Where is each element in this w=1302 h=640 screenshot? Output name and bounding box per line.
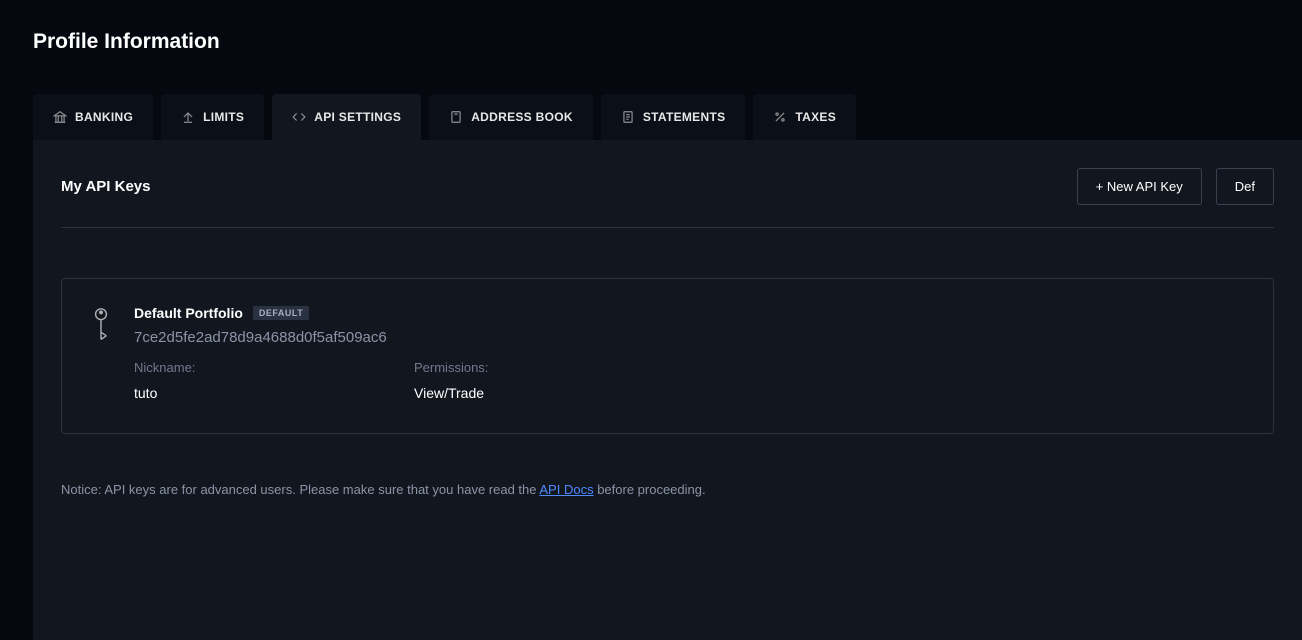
notice-text: Notice: API keys are for advanced users.… xyxy=(61,482,1274,497)
bank-icon xyxy=(53,110,67,124)
upload-icon xyxy=(181,110,195,124)
default-portfolio-button[interactable]: Def xyxy=(1216,168,1274,205)
tab-statements[interactable]: STATEMENTS xyxy=(601,94,746,140)
tab-banking[interactable]: BANKING xyxy=(33,94,153,140)
book-icon xyxy=(449,110,463,124)
api-key-value: 7ce2d5fe2ad78d9a4688d0f5af509ac6 xyxy=(134,329,1245,346)
api-key-body: Default Portfolio DEFAULT 7ce2d5fe2ad78d… xyxy=(134,305,1245,401)
tab-limits[interactable]: LIMITS xyxy=(161,94,264,140)
tab-label: ADDRESS BOOK xyxy=(471,110,573,124)
api-settings-panel: My API Keys + New API Key Def Default Po… xyxy=(33,140,1302,640)
permissions-col: Permissions: View/Trade xyxy=(414,360,574,401)
portfolio-name: Default Portfolio xyxy=(134,305,243,321)
key-icon xyxy=(90,305,112,401)
document-icon xyxy=(621,110,635,124)
code-icon xyxy=(292,110,306,124)
tab-label: BANKING xyxy=(75,110,133,124)
tab-label: API SETTINGS xyxy=(314,110,401,124)
nickname-label: Nickname: xyxy=(134,360,294,375)
permissions-label: Permissions: xyxy=(414,360,574,375)
api-key-title-row: Default Portfolio DEFAULT xyxy=(134,305,1245,321)
tab-label: TAXES xyxy=(795,110,836,124)
tab-label: LIMITS xyxy=(203,110,244,124)
tab-taxes[interactable]: TAXES xyxy=(753,94,856,140)
panel-actions: + New API Key Def xyxy=(1077,168,1274,205)
notice-suffix: before proceeding. xyxy=(594,482,706,497)
tab-address-book[interactable]: ADDRESS BOOK xyxy=(429,94,593,140)
new-api-key-button[interactable]: + New API Key xyxy=(1077,168,1202,205)
tab-label: STATEMENTS xyxy=(643,110,726,124)
notice-prefix: Notice: API keys are for advanced users.… xyxy=(61,482,539,497)
panel-title: My API Keys xyxy=(61,178,150,195)
permissions-value: View/Trade xyxy=(414,385,574,401)
api-key-card: Default Portfolio DEFAULT 7ce2d5fe2ad78d… xyxy=(61,278,1274,434)
tabs: BANKING LIMITS API SETTINGS ADDRESS BOOK… xyxy=(0,54,1302,140)
percent-icon xyxy=(773,110,787,124)
panel-header: My API Keys + New API Key Def xyxy=(61,168,1274,228)
tab-api-settings[interactable]: API SETTINGS xyxy=(272,94,421,140)
api-key-meta: Nickname: tuto Permissions: View/Trade xyxy=(134,360,1245,401)
api-docs-link[interactable]: API Docs xyxy=(539,482,593,497)
nickname-value: tuto xyxy=(134,385,294,401)
default-badge: DEFAULT xyxy=(253,306,309,320)
nickname-col: Nickname: tuto xyxy=(134,360,294,401)
page-title: Profile Information xyxy=(0,0,1302,54)
